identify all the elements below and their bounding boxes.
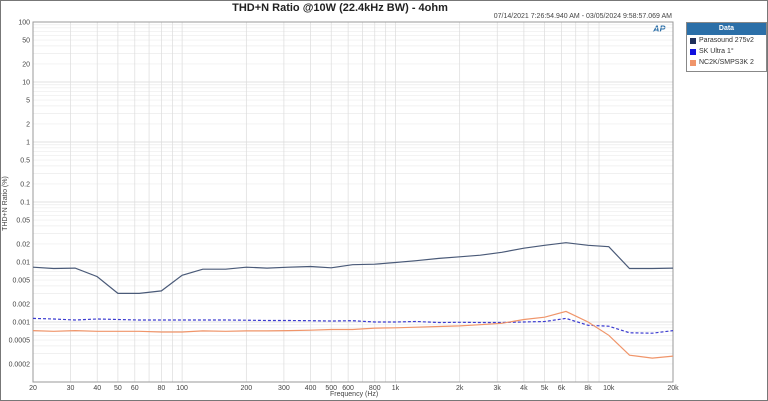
legend-label: NC2K/SMPS3K 2 (699, 59, 754, 66)
series-line-nc2k-smps3k (32, 310, 674, 359)
x-tick-label: 20k (667, 385, 679, 392)
y-tick-label: 0.05 (16, 218, 30, 225)
x-tick-label: 300 (278, 385, 290, 392)
y-tick-label: 1 (26, 140, 30, 147)
x-tick-label: 10k (603, 385, 615, 392)
y-tick-label: 50 (22, 38, 30, 45)
y-tick-label: 20 (22, 61, 30, 68)
y-tick-label: 0.0005 (9, 338, 31, 345)
legend-title: Data (687, 23, 766, 35)
y-tick-label: 0.001 (12, 320, 30, 327)
y-tick-label: 0.01 (16, 260, 30, 267)
x-tick-label: 2k (456, 385, 464, 392)
x-tick-label: 20 (29, 385, 37, 392)
x-tick-label: 5k (541, 385, 549, 392)
x-tick-label: 30 (67, 385, 75, 392)
x-tick-label: 3k (494, 385, 502, 392)
legend-swatch (690, 48, 696, 55)
y-tick-label: 0.0002 (9, 361, 31, 368)
plot-area: 100 50 20 10 5 2 1 0.5 0.2 0.1 0.05 0.02 0.01 0.005 0.… (9, 20, 680, 393)
y-tick-label: 5 (26, 98, 30, 105)
x-tick-label: 400 (305, 385, 317, 392)
y-axis-label: THD+N Ratio (%) (1, 176, 9, 231)
y-tick-label: 0.2 (20, 181, 30, 188)
x-tick-label: 8k (584, 385, 592, 392)
y-tick-label: 0.005 (12, 278, 30, 285)
x-tick-label: 1k (392, 385, 400, 392)
legend-swatch (690, 59, 696, 66)
x-tick-label: 200 (240, 385, 252, 392)
y-tick-label: 10 (22, 80, 30, 87)
x-tick-label: 80 (158, 385, 166, 392)
x-tick-label: 40 (93, 385, 101, 392)
y-tick-label: 0.02 (16, 241, 30, 248)
legend: Data Parasound 275v2 SK Ultra 1° NC2K/SM… (686, 22, 767, 72)
y-tick-label: 100 (18, 20, 30, 27)
legend-item-nc2k[interactable]: NC2K/SMPS3K 2 (687, 57, 766, 68)
legend-item-sk-ultra[interactable]: SK Ultra 1° (687, 46, 766, 57)
y-tick-label: 0.002 (12, 301, 30, 308)
y-tick-label: 0.5 (20, 158, 30, 165)
legend-label: Parasound 275v2 (699, 37, 754, 44)
legend-item-parasound[interactable]: Parasound 275v2 (687, 35, 766, 46)
x-tick-label: 6k (558, 385, 566, 392)
x-axis-label: Frequency (Hz) (330, 391, 379, 398)
x-tick-label: 50 (114, 385, 122, 392)
x-tick-label: 100 (176, 385, 188, 392)
y-tick-label: 2 (26, 121, 30, 128)
y-tick-label: 0.1 (20, 200, 30, 207)
legend-label: SK Ultra 1° (699, 48, 734, 55)
x-tick-label: 60 (131, 385, 139, 392)
x-tick-label: 4k (520, 385, 528, 392)
legend-swatch (690, 37, 696, 44)
